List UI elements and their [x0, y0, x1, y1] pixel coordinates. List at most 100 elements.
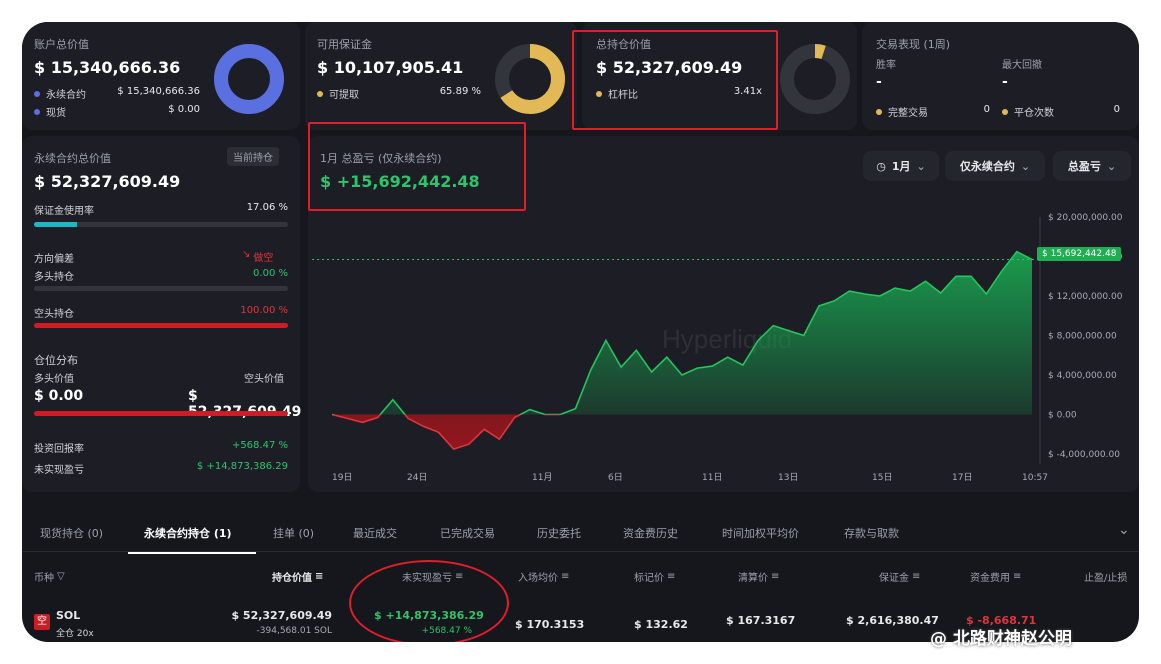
position-value-cell: $ 52,327,609.49 — [231, 609, 332, 622]
period-dropdown[interactable]: ◷ 1月 ⌄ — [863, 151, 939, 181]
x-tick-label: 17日 — [952, 472, 972, 483]
col-label: 保证金 — [879, 573, 909, 584]
short-position-label: 空头持仓 — [34, 309, 74, 320]
short-position-fill — [34, 323, 288, 328]
long-value: $ 0.00 — [34, 388, 84, 404]
trend-down-icon: ↘ — [242, 249, 251, 260]
col-margin[interactable]: 保证金 ≡ — [879, 569, 920, 584]
legend-dot — [1002, 108, 1008, 115]
account-value-label: 账户总价值 — [34, 38, 89, 51]
row-label: 完整交易 — [888, 108, 928, 119]
performance-card: 交易表现 (1周) 胜率 - 最大回撤 - 完整交易 0 平仓次数 0 — [862, 22, 1139, 130]
direction-text: 做空 — [253, 253, 274, 264]
col-label: 止盈/止损 — [1084, 573, 1128, 584]
mark-price-cell: $ 132.62 — [634, 618, 688, 631]
available-margin-label: 可用保证金 — [317, 38, 372, 51]
long-position-label: 多头持仓 — [34, 272, 74, 283]
current-position-badge[interactable]: 当前持仓 — [227, 147, 279, 166]
chevron-down-icon: ⌄ — [1106, 159, 1117, 173]
current-value-tag: $ 15,692,442.48 — [1037, 247, 1122, 261]
chevron-down-icon[interactable]: ⌄ — [1118, 522, 1130, 538]
row-label: 平仓次数 — [1014, 108, 1054, 119]
col-funding[interactable]: 资金费用 ≡ — [970, 569, 1021, 584]
margin-usage-fill — [34, 222, 78, 227]
account-donut — [214, 44, 284, 114]
row-label: 可提取 — [329, 90, 359, 101]
long-position-bar — [34, 286, 288, 291]
author-credit: @ 北路财神赵公明 — [930, 629, 1072, 649]
tab-deposits-withdrawals[interactable]: 存款与取款 — [844, 525, 899, 541]
legend-dot — [34, 108, 40, 115]
tab-spot-positions[interactable]: 现货持仓 (0) — [40, 525, 103, 541]
legend-dot — [34, 90, 40, 97]
tab-twap[interactable]: 时间加权平均价 — [722, 525, 799, 541]
period-label: 1月 — [891, 160, 911, 173]
col-label: 入场均价 — [518, 573, 558, 584]
x-tick-label: 19日 — [332, 472, 352, 483]
short-position-value: 100.00 % — [240, 305, 288, 316]
col-mark-price[interactable]: 标记价 ≡ — [634, 569, 675, 584]
margin-usage-label: 保证金使用率 — [34, 206, 94, 217]
roi-label: 投资回报率 — [34, 444, 84, 455]
scope-dropdown[interactable]: 仅永续合约 ⌄ — [945, 151, 1045, 181]
col-liq-price[interactable]: 清算价 ≡ — [738, 569, 779, 584]
margin-cell: $ 2,616,380.47 — [846, 614, 939, 627]
perp-total-value: $ 52,327,609.49 — [34, 172, 181, 191]
col-tp-sl: 止盈/止损 — [1084, 569, 1127, 584]
col-position-value[interactable]: 持仓价值 ≡ — [272, 569, 323, 584]
tab-funding-history[interactable]: 资金费历史 — [623, 525, 678, 541]
perp-summary-panel: 永续合约总价值 当前持仓 $ 52,327,609.49 保证金使用率 17.0… — [22, 136, 301, 492]
perp-total-label: 永续合约总价值 — [34, 152, 111, 165]
x-tick-label: 10:57 — [1022, 473, 1048, 483]
upnl-value: $ +14,873,386.29 — [196, 461, 288, 472]
tab-open-orders[interactable]: 挂单 (0) — [273, 525, 314, 541]
short-position-bar — [34, 323, 288, 328]
drawdown-value: - — [1002, 74, 1008, 90]
pnl-chart: Hyperliquid $ 20,000,000.00$ 16,000,000.… — [312, 213, 1123, 483]
x-tick-label: 6日 — [608, 472, 623, 483]
account-spot-value: $ 0.00 — [168, 104, 200, 115]
position-donut — [780, 44, 850, 114]
y-tick-label: $ 12,000,000.00 — [1048, 292, 1123, 302]
account-value: $ 15,340,666.36 — [34, 58, 181, 77]
y-tick-label: $ -4,000,000.00 — [1048, 450, 1120, 460]
x-tick-label: 11日 — [702, 472, 722, 483]
col-label: 持仓价值 — [272, 573, 312, 584]
tab-order-history[interactable]: 历史委托 — [537, 525, 581, 541]
winrate-value: - — [876, 74, 882, 90]
entry-price-cell: $ 170.3153 — [515, 618, 585, 631]
direction-value: ↘ 做空 — [242, 249, 273, 264]
tab-perp-positions[interactable]: 永续合约持仓 (1) — [144, 525, 232, 541]
sort-icon: ≡ — [561, 571, 570, 582]
short-badge: 空 — [34, 614, 50, 630]
row-label: 现货 — [46, 108, 66, 119]
close-count-value: 0 — [1113, 104, 1120, 115]
sort-icon: ≡ — [771, 571, 780, 582]
completed-trades-value: 0 — [983, 104, 990, 115]
col-label: 清算价 — [738, 573, 768, 584]
metric-label: 总盈亏 — [1067, 160, 1101, 173]
x-tick-label: 15日 — [872, 472, 892, 483]
active-tab-indicator — [128, 552, 256, 554]
sort-icon: ≡ — [667, 571, 676, 582]
legend-dot — [876, 108, 882, 115]
x-tick-label: 13日 — [778, 472, 798, 483]
margin-usage-bar — [34, 222, 288, 227]
long-position-value: 0.00 % — [253, 268, 288, 279]
metric-dropdown[interactable]: 总盈亏 ⌄ — [1053, 151, 1131, 181]
completed-trades-row: 完整交易 — [876, 104, 928, 119]
sort-icon: ≡ — [1013, 571, 1022, 582]
chevron-down-icon: ⌄ — [916, 159, 926, 173]
y-tick-label: $ 0.00 — [1048, 411, 1077, 421]
coin-symbol[interactable]: SOL — [56, 609, 80, 622]
scope-label: 仅永续合约 — [959, 160, 1015, 173]
account-value-card: 账户总价值 $ 15,340,666.36 永续合约 $ 15,340,666.… — [22, 22, 300, 130]
x-tick-label: 11月 — [532, 472, 552, 483]
position-distribution-label: 仓位分布 — [34, 354, 78, 367]
tab-recent-fills[interactable]: 最近成交 — [353, 525, 397, 541]
clock-icon: ◷ — [876, 159, 886, 173]
col-entry-price[interactable]: 入场均价 ≡ — [518, 569, 569, 584]
available-margin-card: 可用保证金 $ 10,107,905.41 可提取 65.89 % — [305, 22, 577, 130]
col-coin[interactable]: 币种 ▽ — [34, 569, 65, 584]
tab-completed-trades[interactable]: 已完成交易 — [440, 525, 495, 541]
